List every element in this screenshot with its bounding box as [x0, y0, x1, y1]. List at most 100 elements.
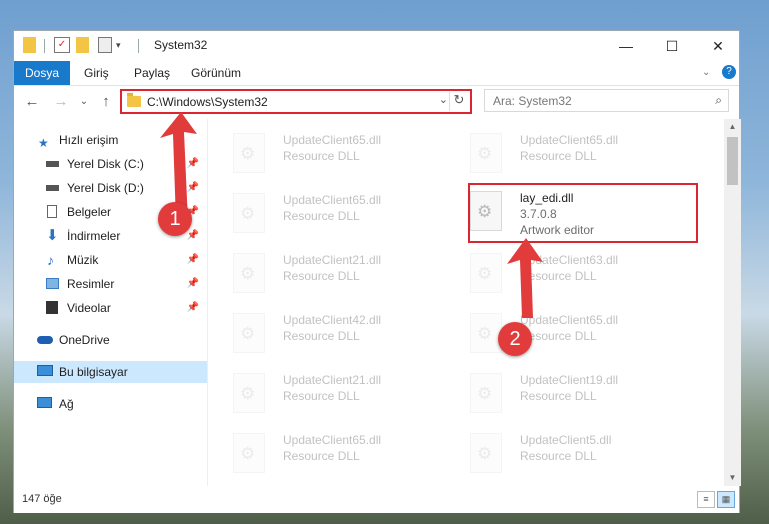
file-name: UpdateClient19.dll [520, 373, 619, 387]
dll-file-icon [233, 253, 265, 293]
file-name: UpdateClient21.dll [283, 373, 382, 387]
properties-icon[interactable]: ✓ [54, 37, 70, 53]
scroll-down-icon[interactable]: ▼ [724, 470, 741, 486]
address-path[interactable]: C:\Windows\System32 [147, 95, 268, 109]
search-input[interactable]: Ara: System32 ⌕ [484, 89, 729, 112]
network-icon [37, 397, 52, 408]
recent-locations-button[interactable]: ⌄ [74, 92, 94, 112]
sidebar-item-label: Müzik [67, 253, 99, 267]
list-item[interactable]: UpdateClient19.dll Resource DLL [446, 367, 666, 423]
help-icon[interactable]: ? [722, 65, 736, 79]
computer-icon [37, 365, 53, 376]
customize-toolbar-icon[interactable]: ▾ [116, 40, 121, 58]
file-type: Resource DLL [283, 449, 360, 463]
maximize-button[interactable]: ☐ [649, 31, 695, 61]
videos-icon [46, 301, 58, 314]
status-bar: 147 öğe ≡ ▦ [14, 487, 739, 513]
list-item[interactable]: UpdateClient21.dll Resource DLL [209, 367, 429, 423]
sidebar-item-music[interactable]: ♪ Müzik 📌 [14, 249, 207, 271]
forward-button[interactable]: → [51, 92, 71, 112]
sidebar-item-pictures[interactable]: Resimler 📌 [14, 273, 207, 295]
scrollbar-thumb[interactable] [727, 137, 738, 185]
list-item[interactable]: UpdateClient65.dll Resource DLL [209, 127, 429, 183]
sidebar-item-this-pc[interactable]: Bu bilgisayar [14, 361, 207, 383]
file-type: Resource DLL [283, 149, 360, 163]
close-button[interactable]: ✕ [695, 31, 741, 61]
item-count: 147 öğe [22, 493, 62, 505]
expand-ribbon-icon[interactable]: ⌄ [702, 67, 710, 78]
list-item[interactable]: UpdateClient21.dll Resource DLL [209, 247, 429, 303]
list-item[interactable]: UpdateClient65.dll Resource DLL [209, 427, 429, 483]
pin-icon: 📌 [186, 158, 199, 169]
list-item[interactable]: UpdateClient65.dll Resource DLL [446, 307, 666, 363]
list-item[interactable]: UpdateClient5.dll Resource DLL [446, 427, 666, 483]
file-name: UpdateClient65.dll [283, 193, 382, 207]
explorer-window: ✓ ▾ System32 — ☐ ✕ Dosya Giriş Paylaş Gö… [13, 30, 741, 513]
tab-view[interactable]: Görünüm [191, 61, 241, 85]
dll-file-icon [470, 433, 502, 473]
file-name: UpdateClient65.dll [520, 313, 619, 327]
sidebar-item-quick-access[interactable]: ★ Hızlı erişim [14, 129, 207, 151]
list-item[interactable]: UpdateClient63.dll Resource DLL [446, 247, 666, 303]
search-placeholder: Ara: System32 [493, 94, 572, 108]
tab-share[interactable]: Paylaş [134, 61, 170, 85]
sidebar-item-network[interactable]: Ağ [14, 393, 207, 415]
tab-home[interactable]: Giriş [84, 61, 109, 85]
dll-file-icon [470, 133, 502, 173]
file-name: UpdateClient5.dll [520, 433, 612, 447]
dll-file-icon [233, 373, 265, 413]
pin-icon: 📌 [186, 254, 199, 265]
sidebar-item-local-disk-d[interactable]: Yerel Disk (D:) 📌 [14, 177, 207, 199]
pin-icon: 📌 [186, 182, 199, 193]
dll-file-icon [233, 433, 265, 473]
navigation-pane: ★ Hızlı erişim Yerel Disk (C:) 📌 Yerel D… [14, 119, 208, 486]
file-name: UpdateClient21.dll [283, 253, 382, 267]
dll-file-icon [470, 373, 502, 413]
search-icon[interactable]: ⌕ [715, 93, 722, 108]
list-item[interactable]: UpdateClient65.dll Resource DLL [446, 127, 666, 183]
file-type: Resource DLL [520, 389, 597, 403]
address-dropdown-icon[interactable]: ⌄ [439, 93, 448, 106]
vertical-scrollbar[interactable]: ▲ ▼ [724, 119, 741, 486]
step-1-badge: 1 [158, 202, 192, 236]
tiles-view-icon[interactable]: ▦ [717, 491, 735, 508]
sidebar-item-onedrive[interactable]: OneDrive [14, 329, 207, 351]
file-type: Resource DLL [520, 449, 597, 463]
file-name: UpdateClient63.dll [520, 253, 619, 267]
file-type: Resource DLL [283, 389, 360, 403]
up-button[interactable]: ↑ [96, 92, 116, 112]
scroll-up-icon[interactable]: ▲ [724, 119, 741, 135]
sidebar-item-videos[interactable]: Videolar 📌 [14, 297, 207, 319]
file-name: UpdateClient65.dll [283, 133, 382, 147]
dll-file-icon [470, 253, 502, 293]
list-item[interactable]: UpdateClient42.dll Resource DLL [209, 307, 429, 363]
drive-icon [46, 185, 59, 191]
documents-icon [47, 205, 57, 218]
pin-icon: 📌 [186, 278, 199, 289]
details-view-icon[interactable]: ≡ [697, 491, 715, 508]
file-name: UpdateClient42.dll [283, 313, 382, 327]
file-type: Resource DLL [283, 209, 360, 223]
featured-file-highlight [468, 183, 698, 243]
sidebar-item-label: Resimler [67, 277, 115, 291]
dll-file-icon [233, 133, 265, 173]
sidebar-item-label: İndirmeler [67, 229, 121, 243]
title-bar: ✓ ▾ System32 — ☐ ✕ [14, 31, 739, 61]
sidebar-item-local-disk-c[interactable]: Yerel Disk (C:) 📌 [14, 153, 207, 175]
list-item[interactable]: UpdateClient65.dll Resource DLL [209, 187, 429, 243]
back-button[interactable]: ← [22, 92, 42, 112]
new-folder-icon[interactable] [76, 37, 89, 53]
minimize-button[interactable]: — [603, 31, 649, 61]
tab-file[interactable]: Dosya [14, 61, 70, 85]
view-options-icon[interactable] [98, 37, 112, 53]
file-name: UpdateClient65.dll [520, 133, 619, 147]
file-type: Resource DLL [283, 329, 360, 343]
pictures-icon [46, 278, 59, 289]
ribbon: Dosya Giriş Paylaş Görünüm ⌄ ? [14, 61, 739, 86]
refresh-button[interactable]: ↻ [449, 92, 468, 111]
sidebar-item-label: Bu bilgisayar [59, 365, 128, 379]
download-icon: ⬇ [46, 227, 59, 244]
address-bar[interactable]: C:\Windows\System32 ⌄ ↻ [120, 89, 472, 114]
navigation-bar: ← → ⌄ ↑ C:\Windows\System32 ⌄ ↻ Ara: Sys… [14, 86, 739, 118]
window-title: System32 [154, 38, 208, 52]
